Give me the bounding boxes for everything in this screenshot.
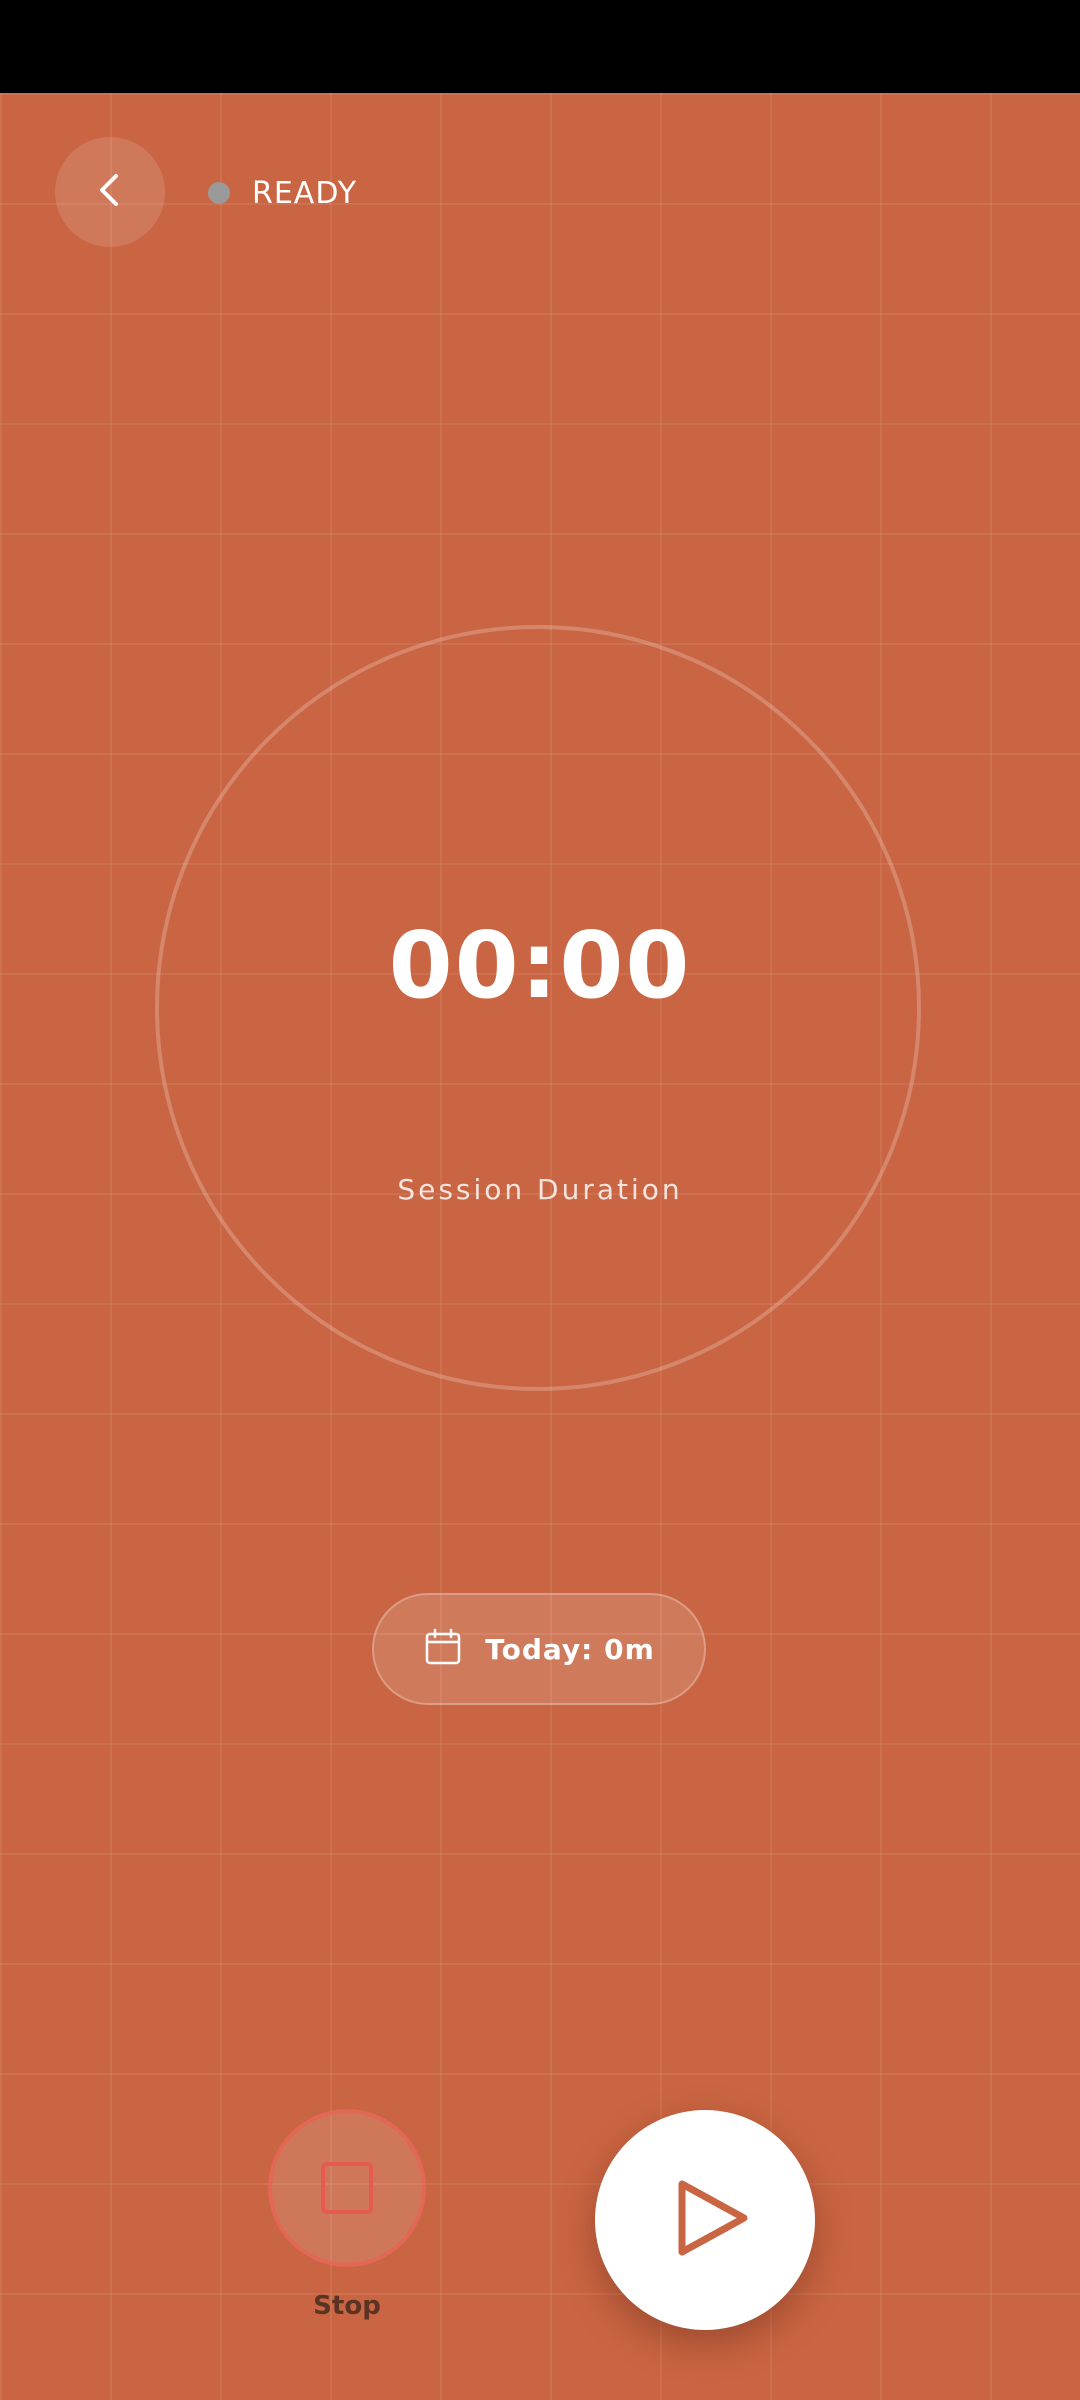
- status-dot: [208, 182, 230, 204]
- timer-caption: Session Duration: [397, 1173, 683, 1206]
- timer-display: 00:00: [388, 912, 692, 1019]
- stop-icon: [321, 2162, 373, 2214]
- play-icon: [660, 2178, 750, 2262]
- chevron-left-icon: [90, 170, 130, 214]
- back-button[interactable]: [55, 137, 165, 247]
- session-status: READY: [208, 173, 357, 213]
- timer-screen: READY 00:00 Session Duration Today: 0m S…: [0, 93, 1080, 2400]
- today-label: Today: 0m: [485, 1632, 655, 1666]
- play-button[interactable]: [595, 2110, 815, 2330]
- calendar-icon: [423, 1627, 485, 1671]
- today-summary-chip[interactable]: Today: 0m: [372, 1593, 706, 1705]
- system-status-bar: [0, 0, 1080, 93]
- status-label: READY: [252, 175, 358, 211]
- stop-label: Stop: [313, 2291, 381, 2321]
- stop-button[interactable]: [268, 2109, 426, 2267]
